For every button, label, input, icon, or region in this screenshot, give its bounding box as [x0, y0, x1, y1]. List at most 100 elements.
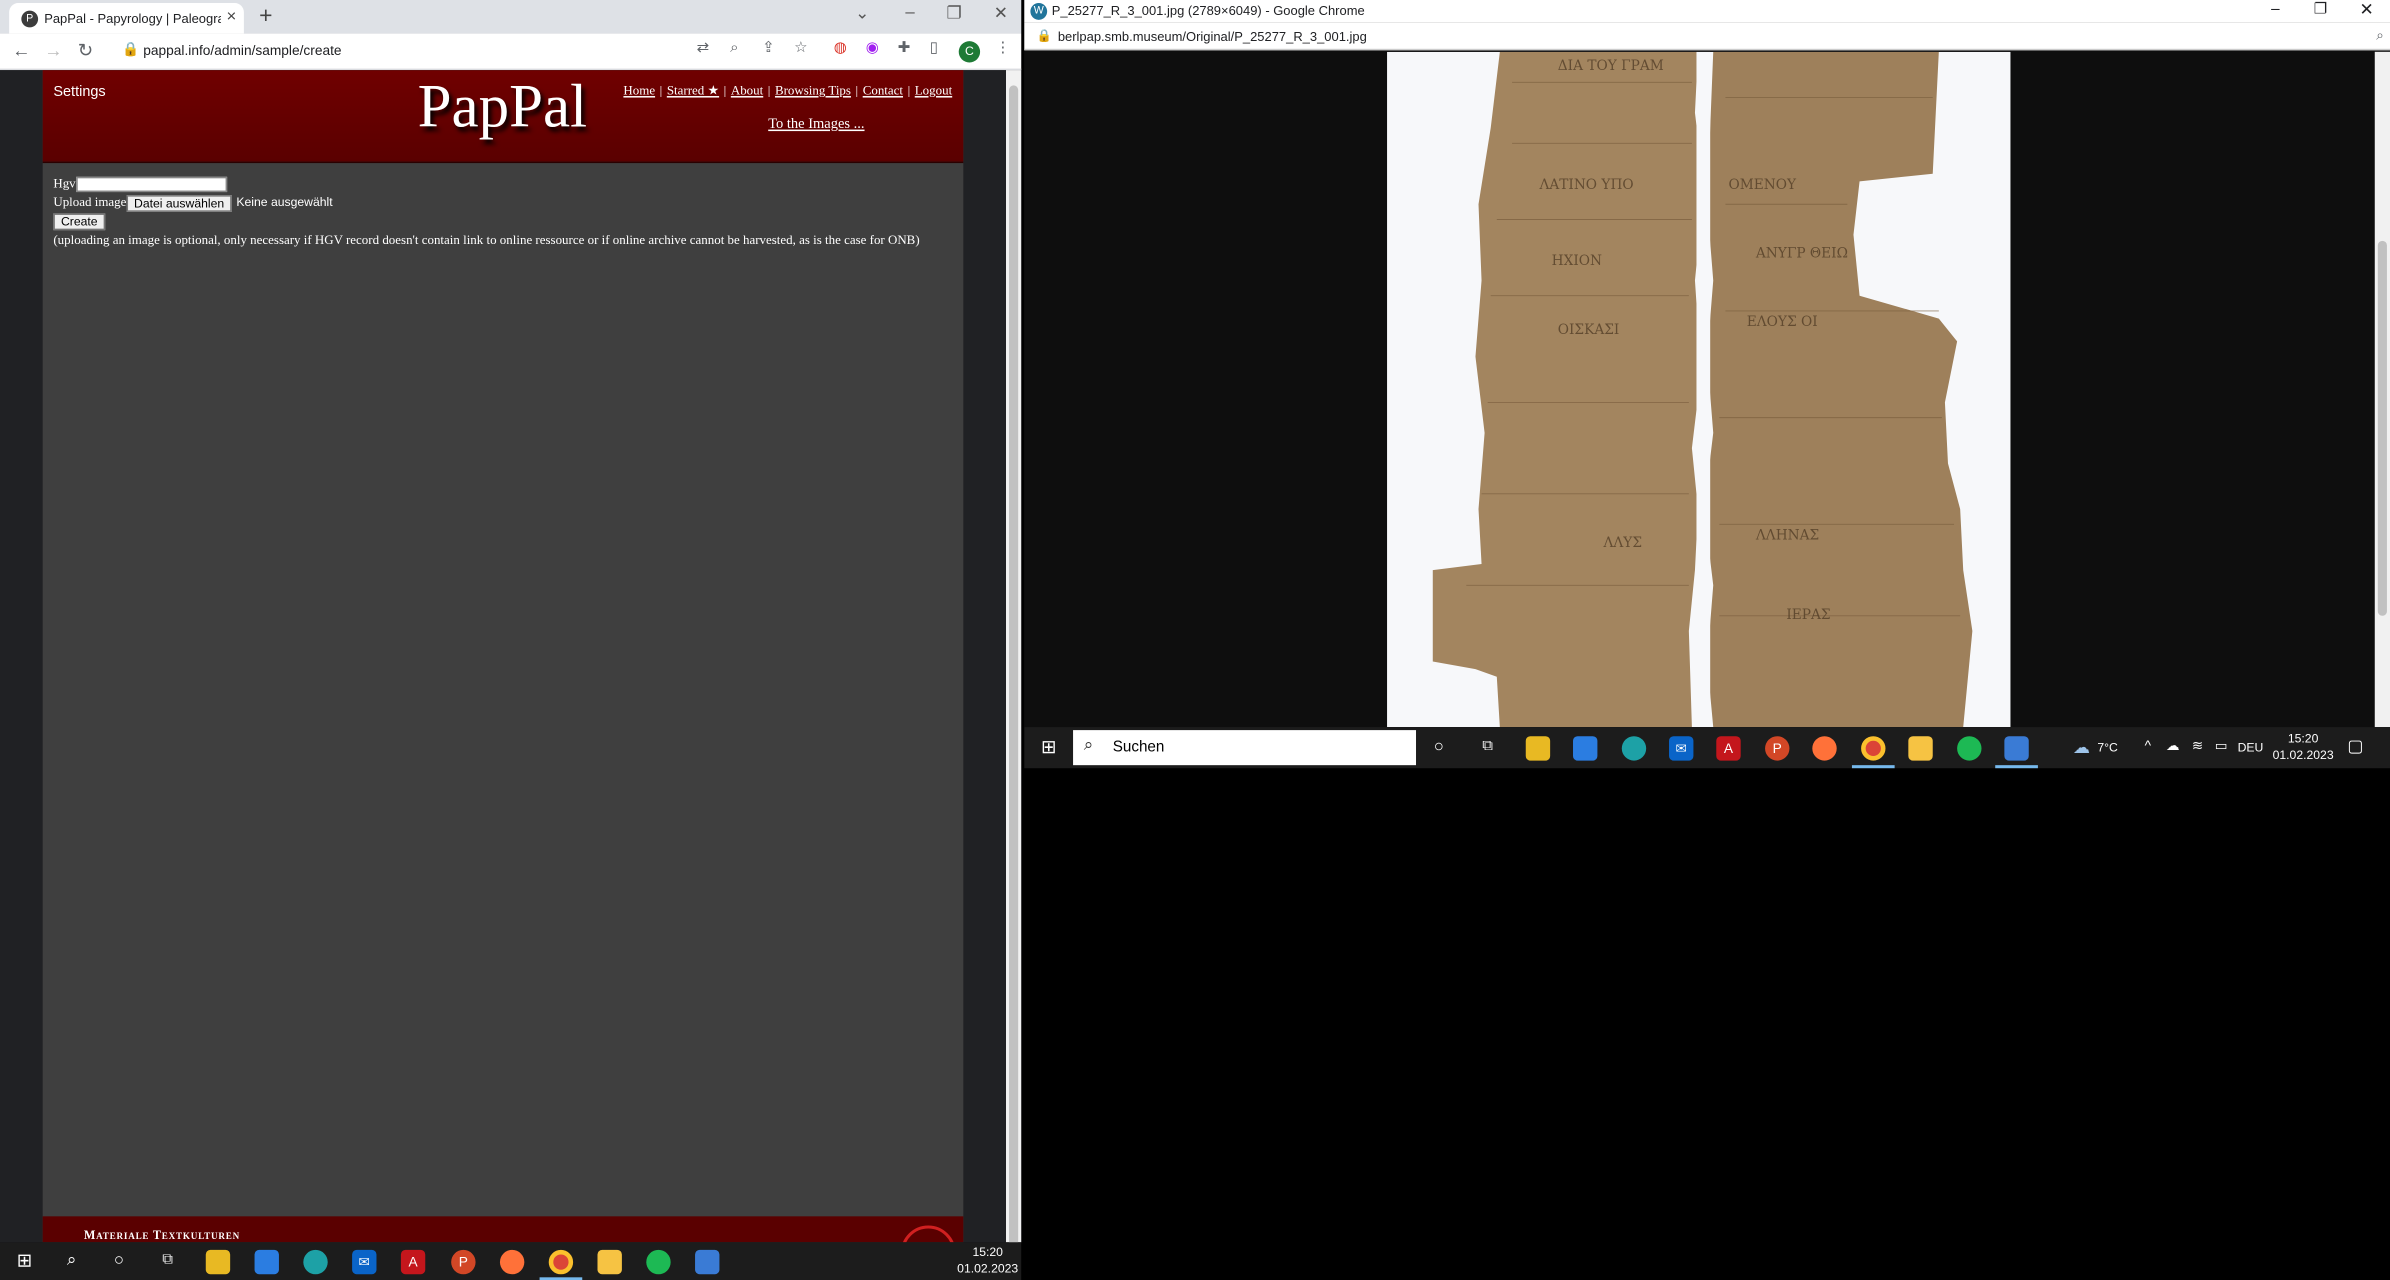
- spotify-icon[interactable]: [646, 1249, 671, 1275]
- address-bar[interactable]: 🔒 pappal.info/admin/sample/create: [112, 38, 827, 66]
- network-cloud-icon[interactable]: ☁: [2166, 738, 2180, 755]
- clock-date: 01.02.2023: [957, 1262, 1019, 1276]
- search-icon[interactable]: ⌕: [59, 1248, 83, 1272]
- new-tab-button[interactable]: +: [259, 3, 272, 29]
- choose-file-button[interactable]: Datei auswählen: [126, 194, 232, 212]
- clock-left[interactable]: 15:20 01.02.2023: [954, 1244, 1021, 1278]
- nav-starred[interactable]: Starred ★: [667, 82, 719, 97]
- wifi-icon[interactable]: ≋: [2192, 738, 2204, 755]
- share-icon[interactable]: ⇪: [762, 40, 775, 57]
- battery-icon[interactable]: ▭: [2215, 738, 2228, 755]
- close-tab-icon[interactable]: ×: [226, 8, 236, 26]
- upload-label: Upload image: [53, 193, 127, 209]
- chrome-icon[interactable]: [1861, 736, 1886, 761]
- firefox-icon[interactable]: [1812, 736, 1837, 761]
- store-icon[interactable]: [254, 1249, 279, 1275]
- svg-text:ΟΙΣΚΑΣΙ: ΟΙΣΚΑΣΙ: [1558, 322, 1620, 338]
- mail-icon[interactable]: ✉: [1669, 736, 1694, 761]
- task-view-icon[interactable]: ⧉: [1475, 735, 1499, 759]
- firefox-icon[interactable]: [499, 1249, 525, 1275]
- footer-logo-ring: [900, 1225, 956, 1243]
- scrollbar-thumb[interactable]: [1009, 85, 1019, 1252]
- acrobat-icon[interactable]: A: [1716, 736, 1741, 761]
- page-viewport: Settings PapPal Home | Starred ★ | About | Bro…: [0, 70, 1006, 1243]
- forward-icon[interactable]: →: [44, 40, 62, 61]
- svg-text:ΛΛΗΝΑΣ: ΛΛΗΝΑΣ: [1755, 528, 1819, 544]
- acrobat-icon[interactable]: A: [400, 1249, 426, 1275]
- zoom-icon[interactable]: ⌕: [2376, 27, 2384, 44]
- scrollbar-thumb[interactable]: [2377, 240, 2387, 616]
- language-indicator[interactable]: DEU: [2238, 741, 2264, 755]
- side-panel-icon[interactable]: ▯: [930, 40, 938, 57]
- bookmark-star-icon[interactable]: ☆: [794, 40, 808, 57]
- search-placeholder: Suchen: [1112, 739, 1165, 757]
- reload-icon[interactable]: ↻: [78, 40, 93, 61]
- translate-icon[interactable]: ⇄: [697, 40, 710, 57]
- extension-ublock-icon[interactable]: ◉: [866, 40, 879, 57]
- svg-text:ΕΛΟΥΣ ΟΙ: ΕΛΟΥΣ ΟΙ: [1747, 314, 1818, 330]
- notes-icon[interactable]: [597, 1249, 622, 1275]
- chrome-icon[interactable]: [548, 1249, 574, 1275]
- page-scrollbar[interactable]: [1005, 70, 1022, 1252]
- photos-icon[interactable]: [695, 1249, 720, 1275]
- cortana-icon[interactable]: ○: [1427, 735, 1451, 759]
- site-logo[interactable]: PapPal: [418, 70, 587, 142]
- task-view-icon[interactable]: ⧉: [155, 1248, 179, 1272]
- tab-search-icon[interactable]: ⌄: [855, 3, 869, 23]
- file-explorer-icon[interactable]: [205, 1249, 231, 1275]
- restore-button[interactable]: ❐: [2314, 2, 2328, 19]
- create-button[interactable]: Create: [53, 213, 106, 231]
- clock-right[interactable]: 15:20 01.02.2023: [2271, 730, 2335, 764]
- to-images-link[interactable]: To the Images ...: [768, 117, 864, 132]
- windows-start-icon[interactable]: ⊞: [1036, 735, 1060, 759]
- address-bar[interactable]: 🔒 berlpap.smb.museum/Original/P_25277_R_…: [1024, 22, 2390, 51]
- file-explorer-icon[interactable]: [1525, 736, 1551, 761]
- menu-kebab-icon[interactable]: ⋮: [995, 40, 1010, 57]
- nav-browsing-tips[interactable]: Browsing Tips: [775, 82, 851, 97]
- desktop: P PapPal - Papyrology | Paleograph × + ⌄…: [0, 0, 2390, 1280]
- taskbar-search-box[interactable]: ⌕ Suchen: [1073, 730, 1417, 766]
- mail-icon[interactable]: ✉: [352, 1249, 377, 1275]
- cortana-icon[interactable]: ○: [107, 1248, 131, 1272]
- edge-icon[interactable]: [303, 1249, 328, 1275]
- photos-icon[interactable]: [2004, 736, 2029, 761]
- image-scrollbar[interactable]: [2374, 51, 2390, 728]
- nav-logout[interactable]: Logout: [915, 82, 952, 97]
- minimize-button[interactable]: –: [905, 3, 914, 21]
- nav-about[interactable]: About: [731, 82, 763, 97]
- notifications-icon[interactable]: ▢: [2347, 736, 2363, 756]
- nav-home[interactable]: Home: [623, 82, 655, 97]
- hgv-input[interactable]: [75, 176, 227, 193]
- tab-title: PapPal - Papyrology | Paleograph: [44, 10, 222, 26]
- powerpoint-icon[interactable]: P: [1765, 736, 1790, 761]
- svg-text:ΛΛΥΣ: ΛΛΥΣ: [1602, 535, 1642, 551]
- svg-text:ΙΕΡΑΣ: ΙΕΡΑΣ: [1786, 607, 1830, 623]
- minimize-button[interactable]: –: [2271, 2, 2279, 19]
- settings-link[interactable]: Settings: [53, 84, 105, 101]
- spotify-icon[interactable]: [1957, 736, 1982, 761]
- zoom-icon[interactable]: ⌕: [730, 40, 739, 57]
- close-window-button[interactable]: ✕: [2360, 0, 2374, 20]
- profile-avatar[interactable]: C: [958, 41, 981, 63]
- taskbar-left: ⊞ ⌕ ○ ⧉ ✉ A P 15:20 01.02.2023: [0, 1242, 1022, 1280]
- nav-contact[interactable]: Contact: [863, 82, 903, 97]
- weather-temperature[interactable]: 7°C: [2097, 741, 2117, 755]
- store-icon[interactable]: [1573, 736, 1598, 761]
- chevron-up-icon[interactable]: ^: [2145, 738, 2151, 753]
- close-window-button[interactable]: ✕: [994, 3, 1008, 23]
- extensions-puzzle-icon[interactable]: ✚: [898, 40, 911, 57]
- tab-pappal[interactable]: P PapPal - Papyrology | Paleograph ×: [9, 3, 244, 34]
- restore-button[interactable]: ❐: [947, 3, 962, 23]
- back-icon[interactable]: ←: [12, 40, 30, 61]
- powerpoint-icon[interactable]: P: [451, 1249, 476, 1275]
- papyrus-image[interactable]: ΔΙΑ ΤΟΥ ΓΡΑΜ ΛΑΤΙΝΟ ΥΠΟ ΟΜΕΝΟΥ ΗΧΙΟΝ ΑΝΥ…: [1024, 51, 2374, 728]
- edge-icon[interactable]: [1621, 736, 1647, 761]
- url-text: berlpap.smb.museum/Original/P_25277_R_3_…: [1057, 28, 1367, 45]
- svg-text:ΔΙΑ ΤΟΥ ΓΡΑΜ: ΔΙΑ ΤΟΥ ΓΡΑΜ: [1558, 58, 1664, 74]
- notes-icon[interactable]: [1908, 736, 1933, 761]
- create-sample-form: Hgv Upload image Datei auswählen Keine aus…: [53, 175, 920, 250]
- windows-start-icon[interactable]: ⊞: [12, 1248, 36, 1272]
- weather-cloud-icon[interactable]: ☁: [2073, 738, 2090, 757]
- photos-active-indicator: [1995, 765, 2038, 769]
- extension-pdf-icon[interactable]: ◍: [834, 40, 847, 57]
